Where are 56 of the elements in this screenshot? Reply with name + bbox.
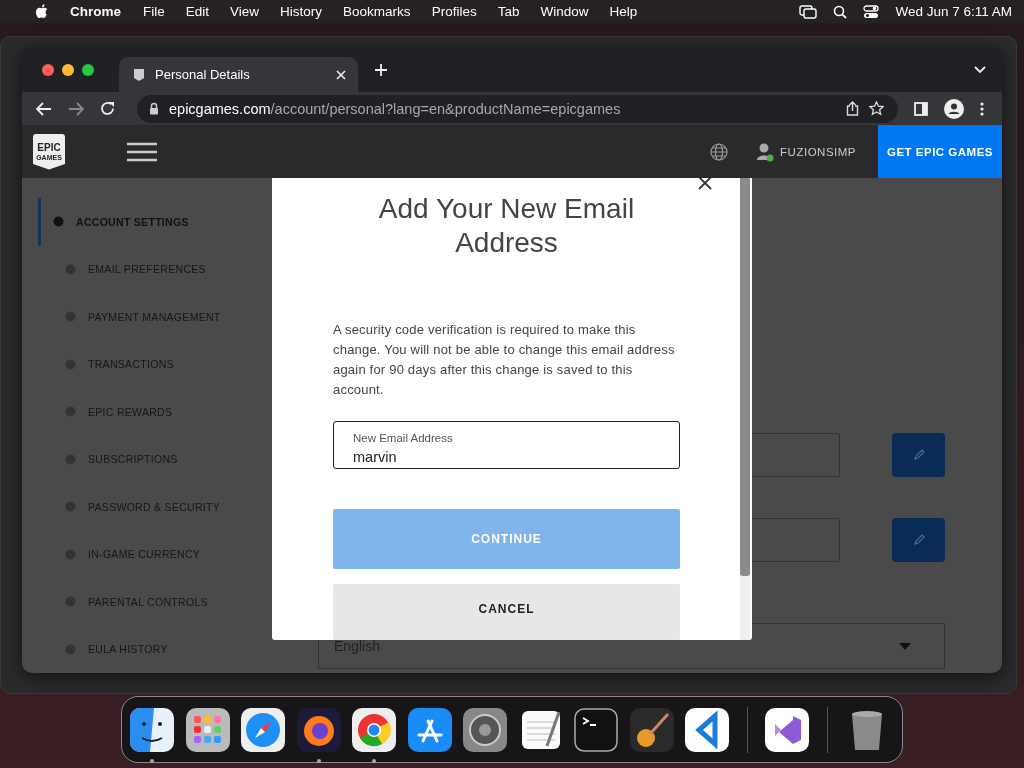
dialog-title: Add Your New Email Address — [377, 192, 636, 260]
menu-item[interactable]: Help — [609, 4, 638, 19]
shield-favicon-icon — [133, 67, 145, 82]
letter-a-icon[interactable] — [407, 707, 452, 752]
lock-icon — [149, 102, 159, 115]
menu-item[interactable]: Profiles — [431, 4, 477, 19]
more-menu-icon[interactable] — [980, 101, 984, 116]
menu-icon[interactable] — [127, 141, 157, 162]
user-icon[interactable] — [756, 141, 775, 162]
menu-bar-clock[interactable]: Wed Jun 7 6:11 AM — [895, 4, 1012, 19]
pencil-icon — [912, 534, 925, 546]
windows-icon[interactable] — [799, 4, 818, 19]
compass-icon[interactable] — [241, 707, 285, 752]
gear-icon[interactable] — [463, 707, 507, 752]
browser-tab[interactable]: Personal Details — [119, 57, 358, 92]
reload-icon[interactable] — [100, 101, 115, 116]
menu-item[interactable]: File — [143, 4, 165, 19]
address-bar[interactable]: epicgames.com/account/personal?lang=en&productName=epicgames — [137, 94, 898, 123]
side-panel-icon[interactable] — [914, 101, 928, 116]
menu-item[interactable]: Bookmarks — [343, 4, 411, 19]
menu-item[interactable]: Edit — [185, 4, 210, 19]
cancel-button[interactable]: CANCEL — [333, 584, 680, 640]
menu-item[interactable]: Tab — [497, 4, 520, 19]
circle-logo-icon[interactable] — [352, 707, 396, 752]
app-grid-icon[interactable] — [185, 707, 230, 752]
close-window-button[interactable] — [42, 63, 54, 76]
close-icon[interactable] — [698, 178, 712, 190]
star-icon[interactable] — [869, 101, 884, 116]
minimize-window-button[interactable] — [62, 63, 74, 76]
search-icon[interactable] — [833, 4, 848, 19]
close-tab-icon[interactable] — [336, 69, 346, 80]
new-tab-icon[interactable] — [374, 62, 388, 77]
chevron-down-icon[interactable] — [974, 65, 986, 74]
caret-icon — [899, 642, 911, 650]
profile-icon[interactable] — [944, 98, 964, 119]
sidebar-icon — [53, 216, 64, 228]
dialog-message: A security code verification is required to make this change. You will not be able to change this email address again for 90 days after this change is saved to this account. — [333, 321, 676, 399]
zoom-window-button[interactable] — [82, 63, 94, 76]
menu-item[interactable]: History — [280, 4, 323, 19]
back-arrow-icon[interactable] — [36, 101, 52, 116]
apple-logo-icon[interactable] — [35, 4, 48, 19]
face-icon[interactable] — [130, 707, 174, 752]
forward-arrow-icon[interactable] — [68, 101, 84, 116]
get-epic-games-button[interactable]: GET EPIC GAMES — [878, 125, 1002, 178]
pencil-icon — [912, 449, 925, 461]
menu-app-name[interactable]: Chrome — [70, 4, 121, 19]
menu-item[interactable]: Window — [540, 4, 589, 19]
share-icon[interactable] — [846, 101, 859, 116]
guitar-icon[interactable] — [629, 707, 674, 752]
new-email-field[interactable]: New Email Address marvin — [333, 421, 680, 469]
terminal-icon[interactable] — [574, 707, 618, 752]
username[interactable]: FUZIONSIMP — [780, 145, 856, 158]
url-text: epicgames.com/account/personal?lang=en&productName=epicgames — [169, 100, 621, 117]
globe-icon[interactable] — [710, 142, 729, 161]
toggles-icon[interactable] — [863, 4, 880, 19]
menu-item[interactable]: View — [230, 4, 260, 19]
